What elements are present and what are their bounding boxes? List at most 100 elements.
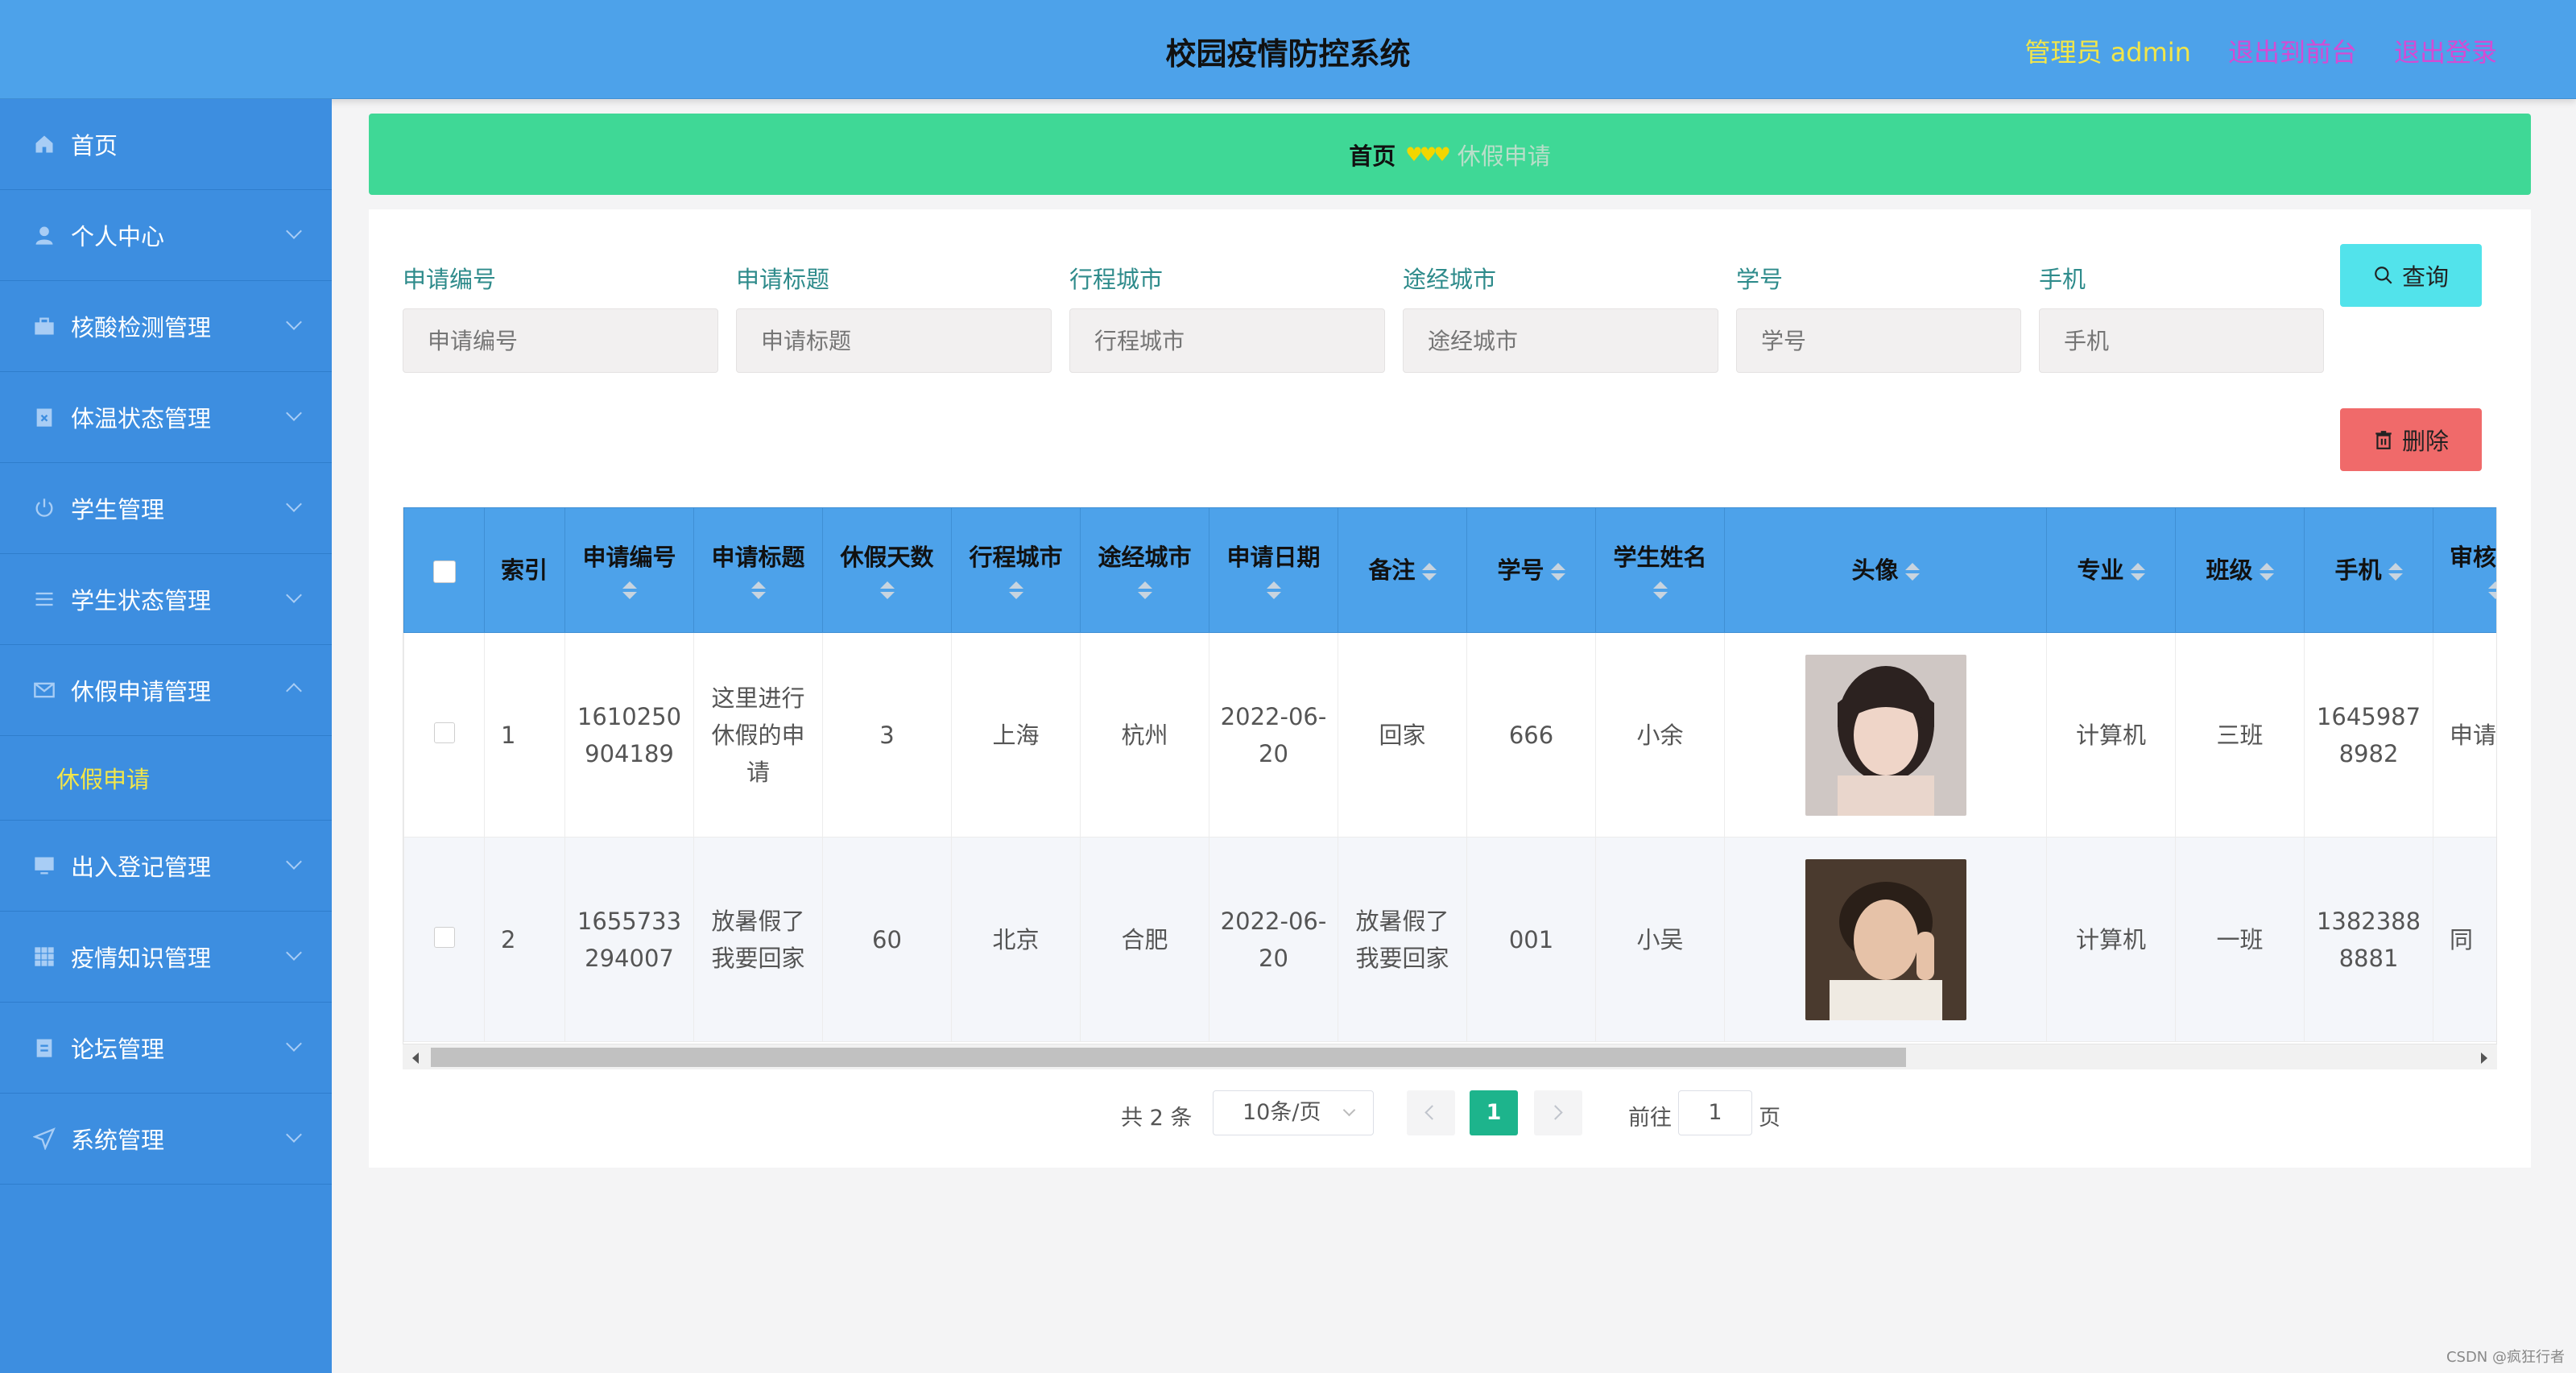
sidebar-item-temperature[interactable]: 体温状态管理 [0,372,332,463]
avatar[interactable] [1805,654,1966,816]
col-header-app-no[interactable]: 申请编号 [564,507,694,633]
delete-button[interactable]: 删除 [2340,408,2482,471]
mail-icon [32,678,56,702]
horizontal-scrollbar[interactable] [403,1044,2497,1069]
scroll-right-arrow-icon[interactable] [2481,1052,2487,1064]
breadcrumb-current: 休假申请 [1457,142,1551,170]
chevron-down-icon [1342,1103,1356,1117]
sort-icon[interactable] [622,581,637,599]
scroll-left-arrow-icon[interactable] [412,1052,419,1064]
cell-avatar [1724,837,2047,1042]
table-row[interactable]: 2 1655733294007 放暑假了我要回家 60 北京 合肥 2022-0… [403,837,2496,1042]
cell-review: 同 [2433,837,2496,1042]
student-no-input[interactable] [1736,308,2021,373]
trip-city-label: 行程城市 [1069,266,1164,293]
cell-index: 1 [484,632,565,837]
col-header-days[interactable]: 休假天数 [822,507,952,633]
goto-page-input[interactable]: 1 [1678,1090,1752,1135]
col-header-trip-city[interactable]: 行程城市 [951,507,1081,633]
trip-city-input[interactable] [1069,308,1385,373]
sidebar-item-entry-registration[interactable]: 出入登记管理 [0,821,332,912]
sidebar-item-home[interactable]: 首页 [0,99,332,190]
prev-page-button[interactable] [1407,1090,1455,1135]
col-header-via-city[interactable]: 途经城市 [1080,507,1209,633]
sort-icon[interactable] [2259,563,2274,581]
col-header-avatar[interactable]: 头像 [1724,507,2047,633]
breadcrumb: 首页 ♥♥♥ 休假申请 [369,114,2531,195]
cell-avatar [1724,632,2047,837]
col-header-student-no[interactable]: 学号 [1466,507,1596,633]
student-no-label: 学号 [1736,266,1784,293]
sort-icon[interactable] [2388,563,2403,581]
col-header-class[interactable]: 班级 [2175,507,2305,633]
cell-app-title: 这里进行休假的申请 [693,632,823,837]
chevron-up-icon [286,683,302,699]
chevron-down-icon [286,587,302,603]
select-all-checkbox[interactable] [432,560,456,583]
sort-icon[interactable] [1904,563,1920,581]
sort-icon[interactable] [1266,581,1281,599]
chevron-down-icon [286,405,302,421]
phone-label: 手机 [2039,266,2086,293]
breadcrumb-home[interactable]: 首页 [1349,138,1396,172]
sidebar-item-nucleic-test[interactable]: 核酸检测管理 [0,281,332,372]
page-number-button[interactable]: 1 [1470,1090,1518,1135]
sort-icon[interactable] [1550,563,1565,581]
col-header-note[interactable]: 备注 [1338,507,1467,633]
top-header: 校园疫情防控系统 管理员 admin 退出到前台 退出登录 [0,0,2576,99]
col-header-app-title[interactable]: 申请标题 [693,507,823,633]
cell-note: 回家 [1338,632,1467,837]
avatar[interactable] [1805,858,1966,1020]
exit-to-front-link[interactable]: 退出到前台 [2228,32,2357,69]
app-title-label: 申请标题 [736,266,830,293]
cell-note: 放暑假了我要回家 [1338,837,1467,1042]
row-checkbox[interactable] [433,722,455,743]
cell-date: 2022-06-20 [1209,632,1338,837]
col-header-index: 索引 [484,507,565,633]
sort-icon[interactable] [750,581,766,599]
col-header-date[interactable]: 申请日期 [1209,507,1338,633]
app-no-input[interactable] [403,308,718,373]
sidebar-item-epidemic-knowledge[interactable]: 疫情知识管理 [0,912,332,1003]
scrollbar-thumb[interactable] [431,1048,1906,1067]
col-header-review[interactable]: 审核 [2433,507,2496,633]
via-city-input[interactable] [1403,308,1718,373]
table-row[interactable]: 1 1610250904189 这里进行休假的申请 3 上海 杭州 2022-0… [403,632,2496,837]
col-header-name[interactable]: 学生姓名 [1595,507,1725,633]
app-no-label: 申请编号 [403,266,497,293]
chevron-down-icon [286,1036,302,1052]
sort-icon[interactable] [2130,563,2145,581]
sort-icon[interactable] [1652,581,1668,599]
sidebar-item-student-status[interactable]: 学生状态管理 [0,554,332,645]
col-header-phone[interactable]: 手机 [2304,507,2433,633]
app-title-input[interactable] [736,308,1052,373]
logout-link[interactable]: 退出登录 [2394,32,2497,69]
sort-icon[interactable] [879,581,895,599]
query-button[interactable]: 查询 [2340,244,2482,307]
next-page-button[interactable] [1534,1090,1582,1135]
cell-date: 2022-06-20 [1209,837,1338,1042]
admin-label: 管理员 admin [2024,37,2191,68]
sidebar-item-label: 首页 [71,132,118,159]
page-size-select[interactable]: 10条/页 [1213,1090,1374,1135]
col-header-major[interactable]: 专业 [2046,507,2176,633]
sort-icon[interactable] [1137,581,1152,599]
sort-icon[interactable] [1421,563,1437,581]
cell-trip-city: 北京 [951,837,1081,1042]
sidebar-item-students[interactable]: 学生管理 [0,463,332,554]
phone-input[interactable] [2039,308,2324,373]
sidebar-item-profile[interactable]: 个人中心 [0,190,332,281]
chevron-down-icon [286,945,302,961]
cell-index: 2 [484,837,565,1042]
sort-icon[interactable] [1008,581,1023,599]
sidebar-item-leave[interactable]: 休假申请管理 [0,645,332,736]
sidebar-item-forum[interactable]: 论坛管理 [0,1003,332,1094]
sidebar-subitem-leave-application[interactable]: 休假申请 [0,736,332,821]
table-header-row: 索引 申请编号 申请标题 休假天数 行程城市 途经城市 申请日期 备注 学号 学… [403,507,2496,633]
sort-icon[interactable] [2487,581,2496,599]
cell-class: 三班 [2175,632,2305,837]
search-icon [2373,265,2394,286]
pagination: 共 2 条 10条/页 1 前往 1 页 [0,1090,2576,1135]
row-checkbox[interactable] [433,926,455,948]
heart-separator-icon: ♥♥♥ [1405,143,1451,166]
